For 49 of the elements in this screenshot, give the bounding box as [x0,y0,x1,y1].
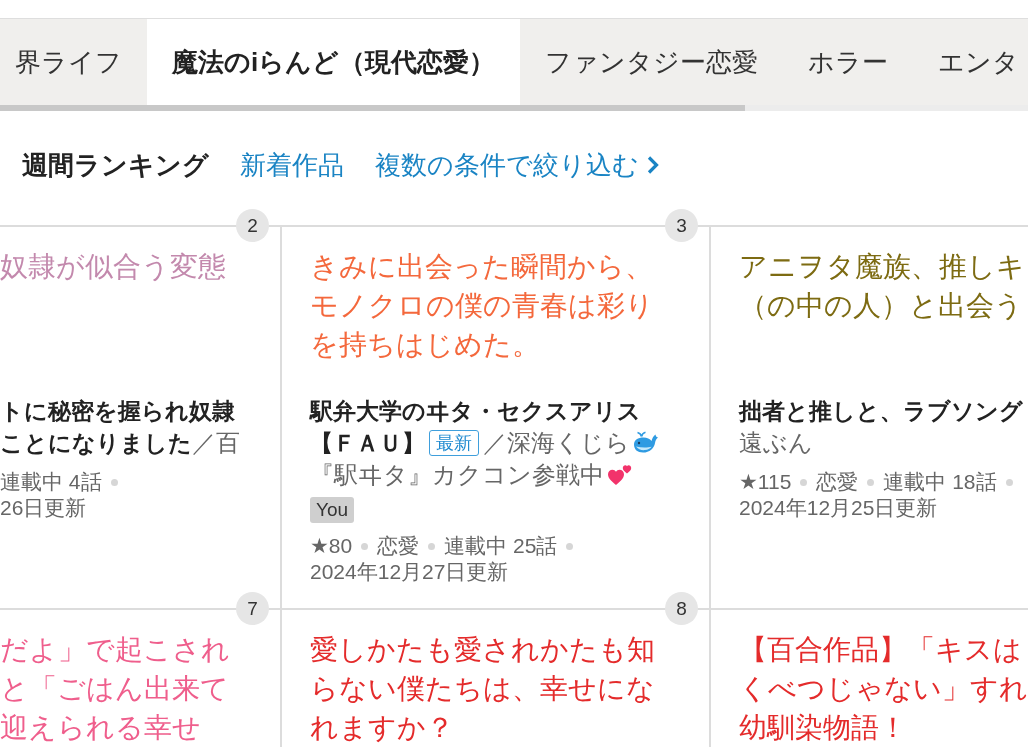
work-title[interactable]: トに秘密を握られ奴隷 [0,398,235,424]
dot-icon [867,478,875,486]
rank-number: 7 [236,592,269,625]
dot-icon [110,478,118,486]
scrollbar[interactable] [0,105,1028,111]
catchphrase[interactable]: 【百合作品】「キスは くべつじゃない」すれ 幼馴染物語！ [739,630,1028,747]
filter-link[interactable]: 複数の条件で絞り込む [375,147,659,183]
work-title[interactable]: 拙者と推しと、ラブソング [739,398,1023,424]
meta-text: 連載中 25話 [444,533,558,559]
work-title[interactable]: 駅弁大学のヰタ・セクスアリス [310,398,641,424]
rank-number: 2 [236,209,269,242]
author-name[interactable]: 遠ぶん [739,427,813,458]
new-label: 最新 [429,430,479,456]
author-name[interactable]: ／深海くじら [483,427,630,458]
whale-icon [633,430,659,454]
author-name[interactable]: ／百 [192,427,240,458]
update-date: 2024年12月25日更新 [739,496,938,519]
rank-number: 3 [665,209,698,242]
section-tab[interactable]: 週間ランキング [22,147,209,183]
catchphrase[interactable]: 愛しかたも愛されかたも知 らない僕たちは、幸せにな れますか？ [310,630,681,747]
catchphrase[interactable]: アニヲタ魔族、推しキ （の中の人）と出会う [739,247,1028,364]
category-tab[interactable]: 魔法のiらんど（現代恋愛） [147,19,521,105]
meta-text: 連載中 4話 [0,469,102,495]
user-tag: You [310,497,355,523]
dot-icon [566,542,574,550]
category-tab[interactable]: エンタ [913,19,1028,105]
meta-text: 恋愛 [816,469,859,495]
dot-icon [428,542,436,550]
work-title[interactable]: 【ＦＡＵ】 [310,430,425,456]
hearts-icon [607,462,633,486]
category-tab[interactable]: ホラー [783,19,914,105]
update-date: 2024年12月27日更新 [310,560,509,583]
work-title[interactable]: ことになりました [0,430,192,456]
meta-text: ★115 [739,469,792,495]
chevron-right-icon [647,156,659,174]
dot-icon [800,478,808,486]
update-date: 26日更新 [0,496,87,519]
rank-number: 8 [665,592,698,625]
category-tab[interactable]: ファンタジー恋愛 [520,19,784,105]
category-tab[interactable]: 界ライフ [0,19,147,105]
catchphrase[interactable]: だよ」で起こされ と「ごはん出来て 迎えられる幸せ [0,630,252,747]
meta-text: 連載中 18話 [883,469,997,495]
section-tab[interactable]: 新着作品 [240,147,344,183]
meta-text: 恋愛 [377,533,420,559]
dot-icon [1005,478,1013,486]
dot-icon [361,542,369,550]
catchphrase[interactable]: きみに出会った瞬間から、 モノクロの僕の青春は彩り を持ちはじめた。 [310,247,681,364]
author-name[interactable]: 『駅ヰタ』カクコン参戦中 [310,459,604,490]
meta-text: ★80 [310,533,353,559]
